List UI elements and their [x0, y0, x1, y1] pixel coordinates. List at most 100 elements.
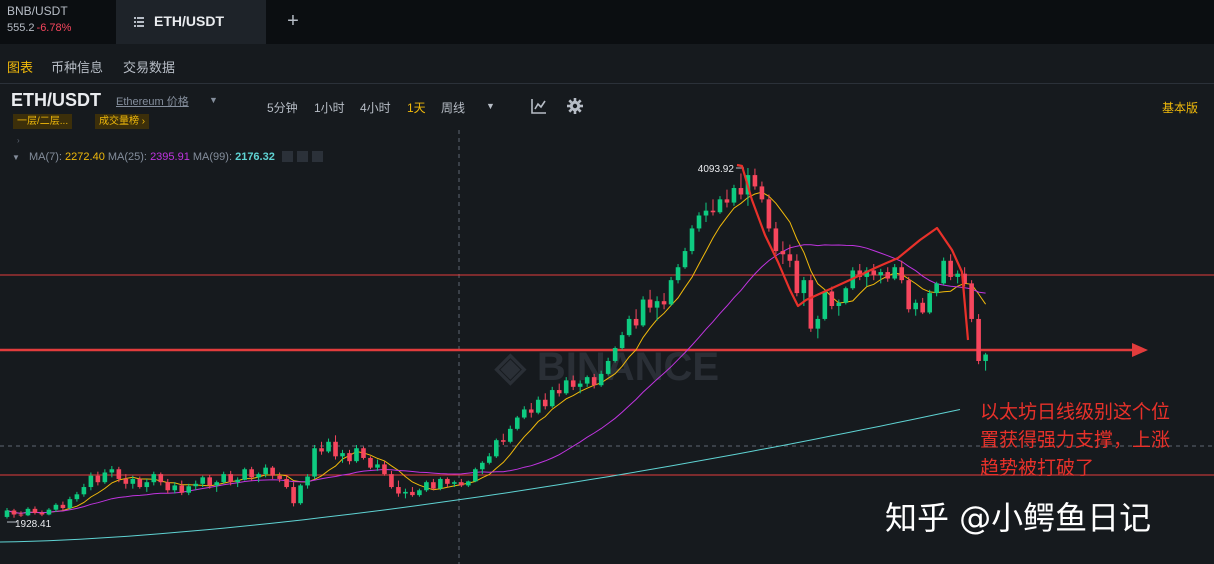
watermark: 知乎 @小鳄鱼日记	[885, 499, 1152, 537]
candle-body	[836, 302, 842, 307]
candle-body	[969, 283, 974, 319]
candle-body	[983, 354, 988, 361]
collapse-icon[interactable]: ▼	[12, 153, 20, 162]
add-tab-button[interactable]: +	[284, 9, 302, 33]
chart-toolbar: ETH/USDT Ethereum 价格 ▼ 一层/二层... 成交量榜 › 5…	[0, 85, 1214, 129]
candle-body	[11, 510, 17, 515]
candle-body	[172, 485, 178, 491]
candle-body	[941, 260, 946, 284]
candle-body	[326, 441, 331, 452]
basic-version-toggle[interactable]: 基本版	[1162, 99, 1198, 116]
candle-body	[633, 318, 639, 326]
tab-bnb-usdt[interactable]: BNB/USDT 555.2 -6.78%	[0, 0, 116, 44]
candle-body	[207, 477, 213, 486]
hand-drawn-trend-stroke	[736, 163, 970, 341]
subnav-coin-info[interactable]: 币种信息	[51, 57, 103, 76]
subnav-chart[interactable]: 图表	[7, 57, 33, 76]
candle-body	[305, 476, 310, 486]
candle-body	[822, 291, 828, 319]
subnav-trading-data[interactable]: 交易数据	[123, 57, 175, 76]
candle-body	[375, 464, 380, 468]
ma99-label: MA(99):	[192, 151, 233, 163]
interval-1d[interactable]: 1天	[407, 99, 426, 116]
candle-body	[480, 462, 485, 470]
category-tag[interactable]: 一层/二层...	[13, 114, 73, 129]
candle-body	[270, 467, 275, 476]
indicator-icon[interactable]	[530, 97, 548, 115]
candle-body	[473, 469, 478, 482]
ma99-line	[0, 409, 961, 543]
candle-body	[563, 380, 569, 394]
candle-body	[829, 291, 835, 307]
candle-body	[494, 440, 499, 457]
candle-body	[4, 510, 10, 517]
candle-body	[759, 186, 765, 200]
candle-body	[46, 509, 52, 515]
volume-rank-tag[interactable]: 成交量榜 ›	[95, 114, 150, 129]
candle-body	[500, 440, 506, 442]
candle-body	[368, 457, 373, 468]
tab-eth-usdt[interactable]: ETH/USDT	[116, 0, 266, 44]
list-icon	[134, 17, 144, 27]
chevron-right-icon[interactable]: ›	[17, 136, 20, 145]
candle-body	[333, 441, 338, 457]
interval-week[interactable]: 周线	[441, 99, 465, 116]
candle-body	[899, 267, 905, 281]
candle-body	[955, 273, 960, 277]
interval-5m[interactable]: 5分钟	[267, 99, 298, 116]
interval-4h[interactable]: 4小时	[360, 99, 391, 116]
interval-1h[interactable]: 1小时	[314, 99, 345, 116]
candle-body	[403, 491, 408, 494]
tab-change: -6.78%	[36, 22, 72, 34]
candle-body	[382, 464, 387, 475]
candle-body	[542, 399, 548, 407]
candle-body	[123, 478, 129, 484]
candle-body	[32, 508, 38, 513]
candle-body	[389, 474, 394, 488]
candle-body	[200, 477, 206, 484]
ma7-value: 2272.40	[65, 151, 105, 163]
chevron-down-icon[interactable]: ▼	[209, 95, 218, 105]
candle-body	[165, 482, 171, 491]
candle-body	[25, 508, 31, 516]
candle-body	[598, 373, 604, 386]
candle-body	[151, 474, 157, 483]
candle-body	[137, 478, 143, 488]
candle-body	[312, 448, 317, 477]
candle-body	[710, 210, 716, 213]
candle-body	[263, 467, 268, 475]
sub-navigation: 图表 币种信息 交易数据	[0, 44, 1214, 84]
low-price-label: 1928.41	[15, 519, 52, 530]
tab-bar: BNB/USDT 555.2 -6.78% ETH/USDT +	[0, 0, 1214, 44]
settings-icon[interactable]	[296, 151, 308, 162]
candle-body	[787, 254, 793, 261]
candle-body	[976, 318, 981, 361]
eye-icon[interactable]	[281, 151, 293, 162]
close-icon[interactable]	[311, 151, 323, 162]
candle-body	[556, 390, 562, 394]
pair-subtitle-link[interactable]: Ethereum 价格	[116, 93, 189, 109]
candle-body	[647, 299, 653, 308]
gear-icon[interactable]	[566, 97, 584, 115]
candle-body	[95, 475, 101, 483]
candle-body	[466, 481, 471, 486]
candle-body	[731, 188, 737, 203]
candle-body	[228, 474, 233, 483]
tab-symbol: ETH/USDT	[154, 13, 224, 29]
ma7-label: MA(7):	[28, 151, 62, 163]
candle-body	[591, 377, 597, 386]
tab-symbol: BNB/USDT	[7, 4, 68, 18]
candle-body	[459, 482, 464, 486]
candle-body	[948, 260, 953, 277]
candle-body	[396, 487, 401, 494]
candle-body	[927, 293, 932, 313]
candle-body	[109, 469, 115, 473]
candle-body	[913, 302, 918, 310]
high-price-label: 4093.92	[698, 164, 735, 175]
candle-body	[640, 299, 646, 326]
chevron-down-icon[interactable]: ▼	[486, 101, 495, 111]
candle-body	[906, 280, 912, 310]
candle-body	[445, 478, 450, 484]
candle-body	[53, 504, 59, 510]
candle-body	[144, 482, 150, 488]
